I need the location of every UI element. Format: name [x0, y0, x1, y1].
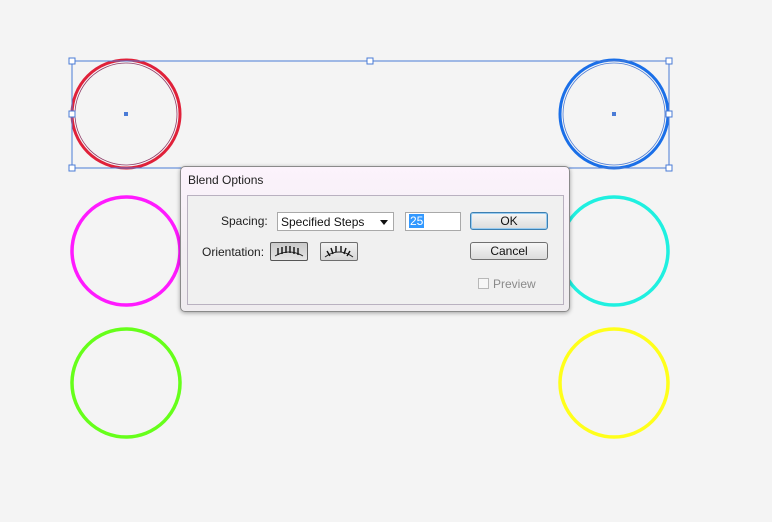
spacing-select-value: Specified Steps: [281, 215, 365, 229]
orientation-label: Orientation:: [202, 245, 265, 259]
bbox-handle-mr[interactable]: [665, 110, 673, 118]
bbox-handle-tr[interactable]: [665, 57, 673, 65]
align-to-path-icon: [324, 246, 354, 258]
circle-cyan[interactable]: [558, 195, 670, 307]
steps-input-selected-text: 25: [409, 214, 425, 228]
bbox-handle-tl[interactable]: [68, 57, 76, 65]
cancel-button[interactable]: Cancel: [470, 242, 548, 260]
spacing-label: Spacing:: [221, 214, 268, 228]
blend-options-dialog[interactable]: Blend Options Spacing: Specified Steps 2…: [180, 166, 570, 312]
orientation-align-to-path-button[interactable]: [320, 242, 358, 261]
center-point-blue: [612, 112, 616, 116]
preview-label: Preview: [493, 277, 536, 291]
orientation-align-to-page-button[interactable]: [270, 242, 308, 261]
align-to-page-icon: [274, 246, 304, 257]
bbox-handle-bl[interactable]: [68, 164, 76, 172]
bbox-handle-ml[interactable]: [68, 110, 76, 118]
ok-button[interactable]: OK: [470, 212, 548, 230]
dialog-content-panel: Spacing: Specified Steps 25 OK Cancel Or…: [187, 195, 564, 305]
preview-checkbox[interactable]: [478, 278, 489, 289]
bbox-handle-tm[interactable]: [366, 57, 374, 65]
spacing-select[interactable]: Specified Steps: [277, 212, 394, 231]
circle-yellow[interactable]: [558, 327, 670, 439]
circle-magenta[interactable]: [70, 195, 182, 307]
dialog-title: Blend Options: [188, 173, 264, 187]
chevron-down-icon: [380, 220, 388, 225]
circle-green[interactable]: [70, 327, 182, 439]
center-point-red: [124, 112, 128, 116]
bbox-handle-br[interactable]: [665, 164, 673, 172]
